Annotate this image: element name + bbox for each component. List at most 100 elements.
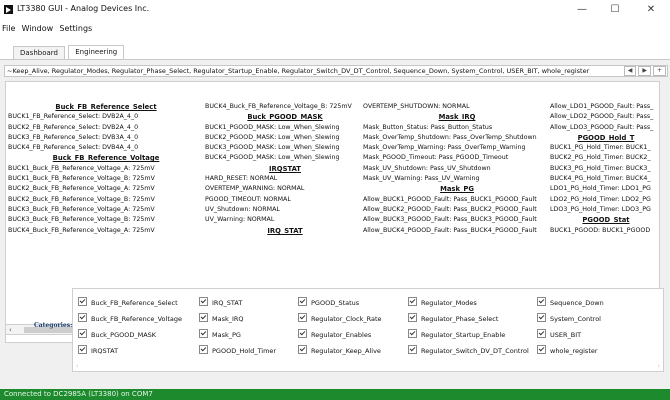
category-checkbox[interactable]: System_Control [537,313,601,324]
register-field: BUCK4_PG_Hold_Timer: BUCK4_ [550,175,651,183]
register-field: BUCK1_Buck_FB_Reference_Voltage_A: 725mV [8,164,155,172]
category-checkbox[interactable]: Mask_PG [199,329,241,340]
category-checkbox[interactable]: Regulator_Keep_Alive [298,345,381,356]
category-label: Buck_PGOOD_MASK [91,331,157,339]
category-label: Regulator_Keep_Alive [311,347,381,355]
checkbox-checked-icon[interactable] [298,329,307,338]
register-column-4: Allow_LDO1_PGOOD_Fault: Pass_ Allow_LDO2_… [550,102,659,236]
checkbox-checked-icon[interactable] [298,345,307,354]
window-title: LT3380 GUI - Analog Devices Inc. [17,4,150,13]
register-field: LDO3_PG_Hold_Timer: LDO3_PG [550,205,651,213]
register-field: LDO2_PG_Hold_Timer: LDO2_PG [550,195,651,203]
register-field: BUCK3_Buck_FB_Reference_Voltage_B: 725mV [8,216,155,224]
category-checkbox[interactable]: Buck_PGOOD_MASK [78,329,156,340]
category-checkbox[interactable]: PGOOD_Hold_Timer [199,345,276,356]
register-field: UV_Warning: NORMAL [205,216,275,224]
register-column-2: BUCK4_Buck_FB_Reference_Voltage_B: 725mV… [205,102,365,236]
category-label: Buck_FB_Reference_Voltage [91,315,182,323]
checkbox-checked-icon[interactable] [408,297,417,306]
register-field: Mask_Button_Status: Pass_Button_Status [363,123,493,131]
checkbox-checked-icon[interactable] [199,297,208,306]
tab-engineering[interactable]: Engineering [68,45,125,59]
category-checkbox[interactable]: Regulator_Startup_Enable [408,329,505,340]
checkbox-checked-icon[interactable] [408,313,417,322]
category-checkbox[interactable]: Regulator_Enables [298,329,371,340]
register-group-header: IRQ_STAT [267,226,303,235]
app-logo-icon [4,5,13,14]
checkbox-checked-icon[interactable] [78,297,87,306]
checkbox-checked-icon[interactable] [199,313,208,322]
menu-bar: File Window Settings [0,22,94,36]
category-checkbox[interactable]: Regulator_Phase_Select [408,313,498,324]
category-checkbox[interactable]: USER_BIT [537,329,581,340]
register-field: Mask_UV_Warning: Pass_UV_Warning [363,175,480,183]
checkbox-checked-icon[interactable] [537,329,546,338]
category-label: Mask_IRQ [212,315,244,323]
title-bar: LT3380 GUI - Analog Devices Inc. — ☐ ✕ [0,0,670,20]
scroll-left-arrow-icon[interactable]: ‹ [9,325,12,335]
category-checkbox[interactable]: Regulator_Switch_DV_DT_Control [408,345,529,356]
checkbox-checked-icon[interactable] [298,297,307,306]
checkbox-checked-icon[interactable] [408,329,417,338]
category-label: Regulator_Enables [311,331,372,339]
category-checkbox[interactable]: Buck_FB_Reference_Select [78,297,178,308]
register-field: BUCK4_PGOOD_MASK: Low_When_Slewing [205,154,340,162]
register-tab-strip: ~Keep_Alive, Regulator_Modes, Regulator_… [4,65,668,77]
menu-settings[interactable]: Settings [57,22,94,36]
register-field: BUCK1_FB_Reference_Select: DVB2A_4_0 [8,113,139,121]
scroll-right-icon[interactable]: ▶ [638,66,651,76]
register-field: BUCK3_Buck_FB_Reference_Voltage_A: 725mV [8,205,155,213]
register-field: BUCK4_Buck_FB_Reference_Voltage_B: 725mV [205,103,352,110]
category-label: Buck_FB_Reference_Select [91,299,178,307]
categories-panel: Buck_FB_Reference_Select IRQ_STAT PGOOD_St… [72,288,664,372]
category-label: IRQSTAT [91,347,119,355]
category-checkbox[interactable]: Sequence_Down [537,297,604,308]
checkbox-checked-icon[interactable] [199,329,208,338]
category-checkbox[interactable]: whole_register [537,345,598,356]
category-label: USER_BIT [550,331,582,339]
categories-scroll-left-icon[interactable]: ‹ [76,362,78,371]
checkbox-checked-icon[interactable] [408,345,417,354]
add-tab-icon[interactable]: + [652,66,666,76]
maximize-button[interactable]: ☐ [600,2,630,18]
register-group-header: Buck_FB_Reference_Select [55,103,157,111]
category-label: Sequence_Down [550,299,604,307]
checkbox-checked-icon[interactable] [199,345,208,354]
register-field: BUCK4_Buck_FB_Reference_Voltage_A: 725mV [8,226,155,234]
checkbox-checked-icon[interactable] [298,313,307,322]
engineering-panel: ~Keep_Alive, Regulator_Modes, Regulator_… [0,59,670,390]
scroll-left-icon[interactable]: ◀ [623,66,637,76]
categories-scrollbar[interactable]: ‹ › [73,362,663,371]
checkbox-checked-icon[interactable] [78,329,87,338]
category-checkbox[interactable]: IRQ_STAT [199,297,242,308]
tab-scroll-controls: ◀ ▶ + [620,66,667,76]
menu-window[interactable]: Window [20,22,56,36]
checkbox-checked-icon[interactable] [78,313,87,322]
menu-file[interactable]: File [0,22,17,36]
category-checkbox[interactable]: Mask_IRQ [199,313,244,324]
register-field: BUCK3_PGOOD_MASK: Low_When_Slewing [205,144,340,152]
category-checkbox[interactable]: PGOOD_Status [298,297,359,308]
register-field: OVERTEMP_SHUTDOWN: NORMAL [363,103,470,110]
checkbox-checked-icon[interactable] [537,313,546,322]
register-group-header: Mask_PG [440,185,474,194]
checkbox-checked-icon[interactable] [537,297,546,306]
category-label: Mask_PG [212,331,241,339]
category-checkbox[interactable]: Buck_FB_Reference_Voltage [78,313,182,324]
minimize-button[interactable]: — [567,2,597,18]
register-field: HARD_RESET: NORMAL [205,175,278,183]
register-field: Mask_PGOOD_Timeout: Pass_PGOOD_Timeout [363,154,509,162]
register-tab-list[interactable]: ~Keep_Alive, Regulator_Modes, Regulator_… [7,66,589,76]
register-field: BUCK2_PG_Hold_Timer: BUCK2_ [550,154,651,162]
close-button[interactable]: ✕ [636,2,666,18]
category-label: Regulator_Switch_DV_DT_Control [421,347,529,355]
checkbox-checked-icon[interactable] [78,345,87,354]
register-group-header: Mask_IRQ [438,113,476,122]
category-checkbox[interactable]: IRQSTAT [78,345,118,356]
register-column-1: Buck_FB_Reference_Select BUCK1_FB_Referen… [8,102,204,236]
tab-dashboard[interactable]: Dashboard [13,46,65,59]
category-checkbox[interactable]: Regulator_Clock_Rate [298,313,382,324]
category-checkbox[interactable]: Regulator_Modes [408,297,477,308]
categories-scroll-right-icon[interactable]: › [658,362,660,371]
checkbox-checked-icon[interactable] [537,345,546,354]
